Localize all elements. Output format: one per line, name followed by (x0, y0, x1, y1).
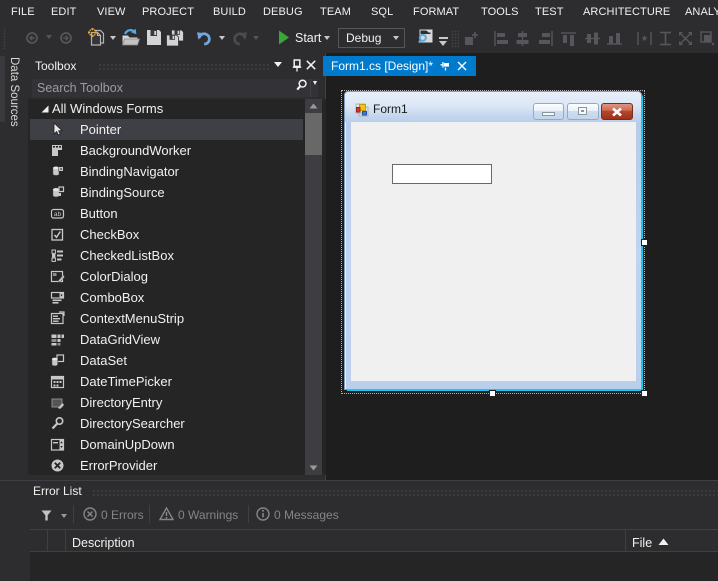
svg-text:ab: ab (54, 211, 62, 218)
